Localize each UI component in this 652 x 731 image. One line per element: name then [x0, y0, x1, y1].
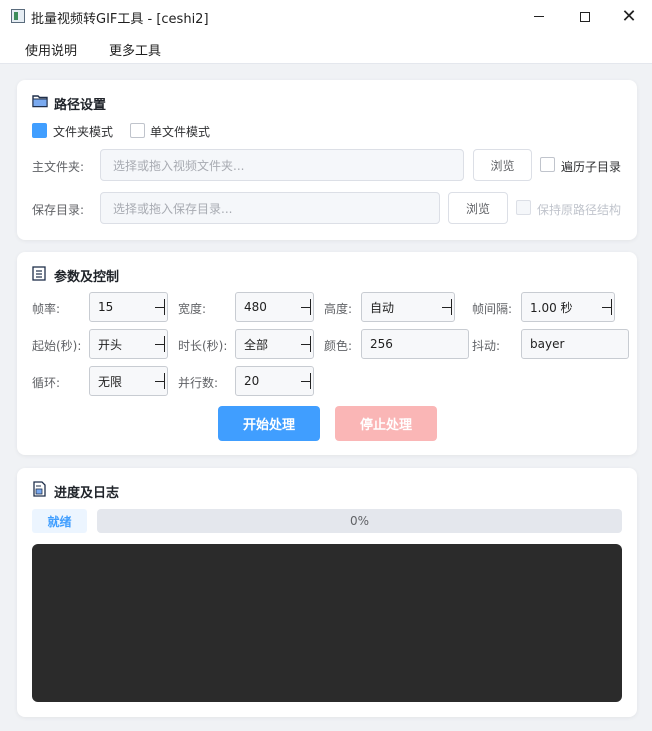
parallel-spinbox[interactable]: 20	[235, 366, 314, 396]
fps-label: 帧率:	[32, 302, 61, 316]
spin-arrows-icon[interactable]	[297, 367, 313, 395]
frame-interval-label: 帧间隔:	[472, 302, 513, 316]
path-settings-card: 路径设置 文件夹模式 单文件模式 主文件夹: 选择或拖入视频文件夹... 浏览 …	[17, 80, 637, 240]
maximize-button[interactable]	[562, 0, 608, 33]
menu-item-more-tools[interactable]: 更多工具	[109, 40, 161, 59]
spin-arrows-icon[interactable]	[297, 330, 313, 358]
width-spinbox[interactable]: 480	[235, 292, 314, 322]
spin-arrows-icon[interactable]	[151, 367, 167, 395]
height-spinbox[interactable]: 自动	[361, 292, 455, 322]
main-folder-browse-button[interactable]: 浏览	[473, 149, 532, 181]
minimize-icon	[534, 16, 544, 17]
close-icon: ✕	[621, 5, 637, 27]
params-title: 参数及控制	[54, 270, 120, 285]
main-folder-input[interactable]: 选择或拖入视频文件夹...	[100, 149, 464, 181]
folder-mode-checkbox[interactable]	[32, 123, 47, 138]
list-icon	[32, 266, 46, 281]
params-card: 参数及控制 帧率: 15 宽度: 480 高度: 自动 帧间隔: 1.00 秒 …	[17, 252, 637, 455]
progress-title: 进度及日志	[54, 486, 120, 501]
maximize-icon	[580, 11, 590, 22]
duration-value: 全部	[244, 337, 269, 352]
app-icon	[11, 9, 25, 23]
recursive-label: 遍历子目录	[561, 160, 622, 174]
main-folder-label: 主文件夹:	[32, 160, 85, 174]
menu-bar: 使用说明 更多工具	[0, 33, 652, 64]
fps-value: 15	[98, 300, 114, 314]
start-button[interactable]: 开始处理	[218, 406, 320, 441]
window-title: 批量视频转GIF工具 - [ceshi2]	[31, 12, 209, 27]
single-file-mode-label: 单文件模式	[150, 125, 211, 139]
duration-spinbox[interactable]: 全部	[235, 329, 314, 359]
keep-structure-checkbox[interactable]	[516, 200, 531, 215]
log-output[interactable]	[32, 544, 622, 702]
loop-label: 循环:	[32, 376, 61, 390]
start-label: 起始(秒):	[32, 339, 82, 353]
width-value: 480	[244, 300, 267, 314]
progress-card: 进度及日志 就绪 0%	[17, 468, 637, 717]
spin-arrows-icon[interactable]	[297, 293, 313, 321]
recursive-checkbox[interactable]	[540, 157, 555, 172]
menu-item-help[interactable]: 使用说明	[25, 40, 77, 59]
spin-arrows-icon[interactable]	[151, 293, 167, 321]
minimize-button[interactable]	[516, 0, 562, 33]
frame-interval-spinbox[interactable]: 1.00 秒	[521, 292, 615, 322]
save-dir-label: 保存目录:	[32, 203, 85, 217]
loop-value: 无限	[98, 374, 123, 389]
parallel-value: 20	[244, 374, 260, 388]
save-dir-browse-button[interactable]: 浏览	[448, 192, 508, 224]
colors-field[interactable]: 256	[361, 329, 469, 359]
dither-field[interactable]: bayer	[521, 329, 629, 359]
folder-mode-label: 文件夹模式	[53, 125, 114, 139]
colors-label: 颜色:	[324, 339, 353, 353]
spin-arrows-icon[interactable]	[598, 293, 614, 321]
spin-arrows-icon[interactable]	[151, 330, 167, 358]
title-bar: 批量视频转GIF工具 - [ceshi2] ✕	[0, 0, 652, 33]
start-spinbox[interactable]: 开头	[89, 329, 168, 359]
report-icon	[33, 481, 46, 497]
close-button[interactable]: ✕	[606, 0, 652, 33]
keep-structure-label: 保持原路径结构	[537, 203, 622, 217]
parallel-label: 并行数:	[178, 376, 219, 390]
height-value: 自动	[370, 300, 395, 315]
progress-bar: 0%	[97, 509, 622, 533]
loop-spinbox[interactable]: 无限	[89, 366, 168, 396]
progress-text: 0%	[349, 514, 370, 528]
save-dir-input[interactable]: 选择或拖入保存目录...	[100, 192, 440, 224]
status-badge: 就绪	[32, 509, 87, 533]
start-value: 开头	[98, 337, 123, 352]
folder-icon	[32, 95, 48, 108]
spin-arrows-icon[interactable]	[438, 293, 454, 321]
single-file-mode-checkbox[interactable]	[130, 123, 145, 138]
stop-button[interactable]: 停止处理	[335, 406, 437, 441]
width-label: 宽度:	[178, 302, 207, 316]
duration-label: 时长(秒):	[178, 339, 228, 353]
frame-interval-value: 1.00 秒	[530, 300, 573, 315]
dither-label: 抖动:	[472, 339, 501, 353]
fps-spinbox[interactable]: 15	[89, 292, 168, 322]
path-settings-title: 路径设置	[54, 98, 107, 113]
height-label: 高度:	[324, 302, 353, 316]
